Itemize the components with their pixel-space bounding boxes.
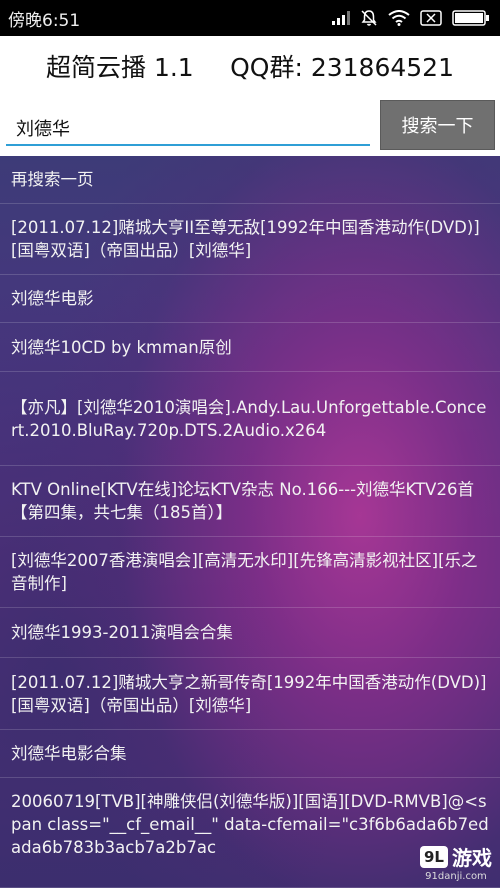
result-item[interactable]: 刘德华电影 — [0, 275, 500, 323]
result-item[interactable]: 刘德华1993-2011演唱会合集 — [0, 608, 500, 658]
watermark-main: 9L 游戏 — [420, 842, 492, 871]
watermark-text: 游戏 — [452, 846, 492, 870]
result-item[interactable]: 刘德华电影合集 — [0, 730, 500, 778]
signal-icon — [332, 11, 350, 25]
search-input[interactable] — [6, 102, 370, 146]
watermark-logo: 9L — [420, 845, 448, 868]
result-item[interactable]: [2011.07.12]赌城大亨之新哥传奇[1992年中国香港动作(DVD)][… — [0, 658, 500, 730]
app-header: 超简云播 1.1 QQ群: 231864521 — [0, 36, 500, 96]
bell-off-icon — [360, 9, 378, 27]
status-icons — [332, 9, 490, 27]
result-item[interactable]: 刘德华10CD by kmman原创 — [0, 323, 500, 372]
results-list: 再搜索一页 [2011.07.12]赌城大亨II至尊无敌[1992年中国香港动作… — [0, 156, 500, 888]
status-time: 傍晚6:51 — [8, 10, 81, 31]
watermark-site: 91danji.com — [425, 871, 487, 882]
result-item[interactable]: [刘德华2007香港演唱会][高清无水印][先锋高清影视社区][乐之音制作] — [0, 537, 500, 608]
result-item[interactable]: [2011.07.12]赌城大亨II至尊无敌[1992年中国香港动作(DVD)]… — [0, 204, 500, 275]
qq-group-label: QQ群: 231864521 — [230, 53, 454, 82]
wifi-icon — [388, 10, 410, 26]
no-sim-icon — [420, 10, 442, 26]
search-next-page-item[interactable]: 再搜索一页 — [0, 156, 500, 204]
battery-icon — [452, 10, 490, 26]
status-bar: 傍晚6:51 — [0, 0, 500, 36]
result-item[interactable]: KTV Online[KTV在线]论坛KTV杂志 No.166---刘德华KTV… — [0, 466, 500, 537]
result-item[interactable]: 【亦凡】[刘德华2010演唱会].Andy.Lau.Unforgettable.… — [0, 372, 500, 466]
app-title: 超简云播 1.1 — [46, 53, 194, 82]
search-button[interactable]: 搜索一下 — [380, 100, 495, 150]
watermark: 9L 游戏 91danji.com — [420, 842, 492, 882]
